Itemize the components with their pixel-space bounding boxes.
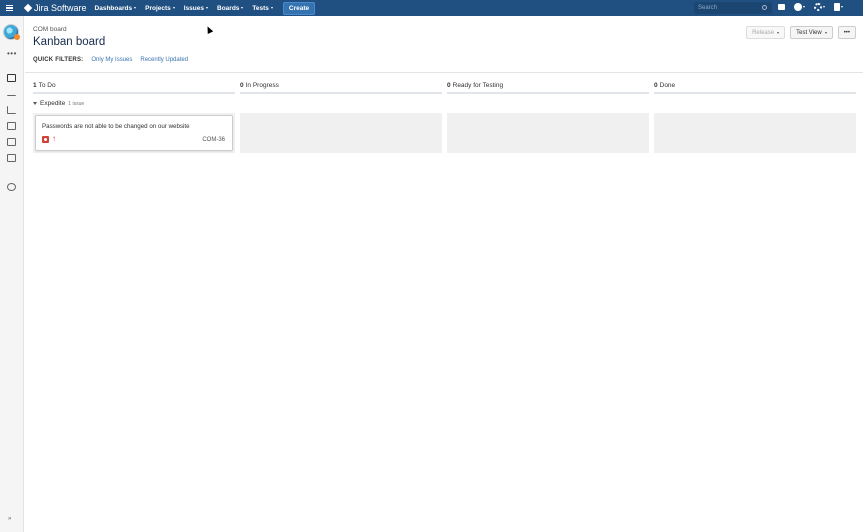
swimlane-header-expedite[interactable]: Expedite 1 issue — [33, 100, 84, 107]
filter-only-my-issues[interactable]: Only My Issues — [91, 57, 132, 63]
issue-key[interactable]: COM-36 — [202, 137, 225, 143]
priority-high-icon: ↑ — [52, 134, 56, 143]
column-name: In Progress — [245, 81, 279, 89]
quick-filters: QUICK FILTERS: Only My Issues Recently U… — [33, 57, 188, 63]
swimlane-cells: Passwords are not able to be changed on … — [33, 113, 856, 153]
main-menu: Dashboards Projects Issues Boards Tests — [95, 5, 273, 12]
page-title: Kanban board — [33, 36, 106, 48]
bug-type-icon — [42, 136, 49, 143]
app-switcher-icon[interactable] — [6, 4, 20, 12]
main-content: COM board Kanban board Release Test View… — [25, 16, 863, 532]
top-right-icons — [778, 3, 843, 11]
menu-tests[interactable]: Tests — [252, 5, 273, 12]
column-header-ready-for-testing: 0 Ready for Testing — [447, 78, 649, 94]
search-placeholder: Search — [698, 5, 718, 11]
column-cell-in-progress — [240, 113, 442, 153]
user-menu-button[interactable] — [834, 3, 843, 11]
help-button[interactable] — [794, 3, 805, 11]
chevron-down-icon — [270, 7, 273, 9]
release-button[interactable]: Release — [746, 26, 786, 39]
breadcrumb[interactable]: COM board — [33, 26, 67, 33]
chevron-down-icon — [841, 6, 843, 8]
menu-label: Issues — [183, 4, 205, 12]
issue-card[interactable]: Passwords are not able to be changed on … — [35, 115, 233, 151]
project-sidebar: ••• » — [0, 16, 24, 532]
settings-button[interactable] — [814, 3, 825, 11]
swimlane-name: Expedite — [40, 100, 66, 107]
jira-logo[interactable]: Jira Software — [23, 3, 87, 13]
sidebar-more-icon[interactable]: ••• — [7, 49, 17, 58]
project-avatar[interactable] — [3, 24, 20, 40]
board-icon[interactable] — [7, 74, 16, 82]
backlog-icon[interactable] — [7, 90, 16, 96]
brand-name: Jira Software — [34, 3, 87, 13]
chevron-down-icon — [206, 7, 209, 9]
menu-projects[interactable]: Projects — [145, 5, 175, 12]
components-icon[interactable] — [7, 138, 16, 146]
chevron-down-icon — [172, 7, 175, 9]
board-actions: Release Test View ••• — [746, 26, 856, 39]
avatar — [834, 3, 840, 11]
card-summary: Passwords are not able to be changed on … — [42, 123, 190, 130]
chevron-down-icon — [823, 6, 825, 8]
feedback-megaphone-icon[interactable] — [778, 3, 785, 11]
swimlane-count: 1 issue — [68, 100, 85, 107]
menu-boards[interactable]: Boards — [217, 4, 244, 12]
project-settings-gear-icon[interactable] — [7, 183, 16, 191]
column-count: 0 — [447, 81, 451, 89]
notification-dot — [14, 34, 20, 40]
releases-icon[interactable] — [7, 122, 16, 130]
create-button[interactable]: Create — [282, 1, 316, 15]
column-count: 1 — [33, 81, 37, 89]
chevron-down-icon — [824, 31, 827, 34]
search-icon — [762, 5, 767, 10]
gear-icon — [814, 3, 822, 11]
top-navigation: Jira Software Dashboards Projects Issues… — [0, 0, 863, 16]
column-cell-done — [654, 113, 856, 153]
tests-icon[interactable] — [7, 154, 16, 162]
column-header-done: 0 Done — [654, 78, 856, 94]
filter-recently-updated[interactable]: Recently Updated — [140, 57, 188, 63]
column-count: 0 — [654, 81, 658, 89]
view-selector-button[interactable]: Test View — [790, 26, 833, 39]
column-header-in-progress: 0 In Progress — [240, 78, 442, 94]
column-name: Done — [659, 81, 676, 89]
chevron-down-icon — [241, 7, 244, 9]
jira-diamond-icon — [23, 3, 33, 13]
menu-label: Boards — [217, 4, 240, 12]
help-icon — [794, 3, 802, 11]
board-column-headers: 1 To Do 0 In Progress 0 Ready for Testing 0… — [33, 78, 856, 94]
menu-label: Dashboards — [94, 4, 133, 12]
quick-filters-label: QUICK FILTERS: — [33, 57, 84, 63]
menu-label: Tests — [252, 4, 269, 12]
column-name: Ready for Testing — [452, 81, 504, 89]
chevron-down-icon — [33, 102, 37, 105]
column-count: 0 — [240, 81, 244, 89]
release-label: Release — [752, 29, 775, 36]
chevron-down-icon — [803, 6, 805, 8]
divider — [25, 72, 863, 73]
chevron-down-icon — [777, 31, 780, 34]
chevron-down-icon — [134, 7, 137, 9]
menu-issues[interactable]: Issues — [183, 4, 209, 12]
sidebar-collapse-icon[interactable]: » — [8, 516, 11, 522]
search-input[interactable]: Search — [694, 2, 772, 14]
menu-label: Projects — [145, 4, 171, 12]
view-label: Test View — [796, 29, 822, 36]
column-header-todo: 1 To Do — [33, 78, 235, 94]
column-cell-todo: Passwords are not able to be changed on … — [33, 113, 235, 153]
reports-icon[interactable] — [7, 106, 16, 114]
menu-dashboards[interactable]: Dashboards — [95, 5, 137, 12]
more-actions-button[interactable]: ••• — [837, 26, 856, 39]
column-cell-ready-for-testing — [447, 113, 649, 153]
column-name: To Do — [38, 81, 56, 89]
